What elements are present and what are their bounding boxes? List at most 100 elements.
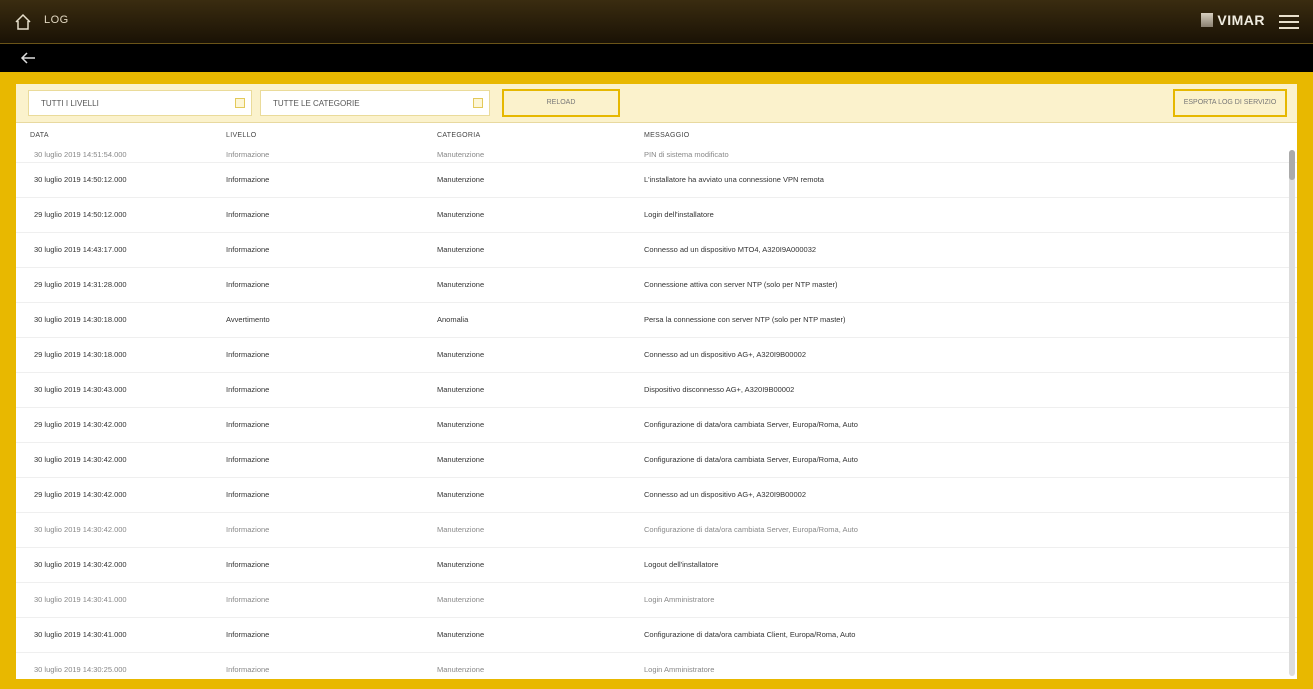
- cell-messaggio: PIN di sistema modificato: [644, 150, 729, 159]
- table-row[interactable]: 29 luglio 2019 14:30:42.000 Informazione M…: [16, 478, 1297, 513]
- menu-icon[interactable]: [1279, 14, 1299, 30]
- chevron-down-icon: [235, 98, 245, 108]
- cell-livello: Informazione: [226, 560, 270, 569]
- table-row[interactable]: 30 luglio 2019 14:30:18.000 Avvertimento A…: [16, 303, 1297, 338]
- table-row[interactable]: 30 luglio 2019 14:30:43.000 Informazione M…: [16, 373, 1297, 408]
- brand-logo: VIMAR: [1201, 12, 1265, 28]
- cell-data: 30 luglio 2019 14:30:18.000: [34, 315, 127, 324]
- cell-categoria: Manutenzione: [437, 150, 485, 159]
- cell-data: 30 luglio 2019 14:30:42.000: [34, 525, 127, 534]
- table-row[interactable]: 29 luglio 2019 14:30:42.000 Informazione M…: [16, 408, 1297, 443]
- table-row[interactable]: 30 luglio 2019 14:30:42.000 Informazione M…: [16, 513, 1297, 548]
- cell-livello: Avvertimento: [226, 315, 270, 324]
- table-row[interactable]: 30 luglio 2019 14:30:41.000 Informazione M…: [16, 618, 1297, 653]
- cell-data: 30 luglio 2019 14:30:42.000: [34, 455, 127, 464]
- cell-messaggio: Connessione attiva con server NTP (solo …: [644, 280, 838, 289]
- cell-messaggio: Configurazione di data/ora cambiata Serv…: [644, 455, 858, 464]
- cell-messaggio: Configurazione di data/ora cambiata Clie…: [644, 630, 856, 639]
- export-log-button[interactable]: ESPORTA LOG DI SERVIZIO: [1173, 89, 1287, 117]
- cell-messaggio: Login Amministratore: [644, 595, 715, 604]
- cell-messaggio: Persa la connessione con server NTP (sol…: [644, 315, 846, 324]
- cell-livello: Informazione: [226, 455, 270, 464]
- scrollbar-thumb[interactable]: [1289, 150, 1295, 180]
- column-header-livello[interactable]: LIVELLO: [226, 132, 257, 139]
- cell-livello: Informazione: [226, 245, 270, 254]
- cell-messaggio: Configurazione di data/ora cambiata Serv…: [644, 525, 858, 534]
- brand-mark-icon: [1201, 13, 1214, 27]
- cell-categoria: Manutenzione: [437, 210, 485, 219]
- cell-data: 29 luglio 2019 14:50:12.000: [34, 210, 127, 219]
- cell-data: 30 luglio 2019 14:50:12.000: [34, 175, 127, 184]
- cell-data: 30 luglio 2019 14:30:43.000: [34, 385, 127, 394]
- cell-livello: Informazione: [226, 595, 270, 604]
- brand-name: VIMAR: [1217, 12, 1265, 28]
- table-row[interactable]: 29 luglio 2019 14:30:18.000 Informazione M…: [16, 338, 1297, 373]
- cell-livello: Informazione: [226, 280, 270, 289]
- back-arrow-icon[interactable]: [20, 51, 36, 65]
- cell-data: 29 luglio 2019 14:30:42.000: [34, 490, 127, 499]
- table-row[interactable]: 30 luglio 2019 14:30:25.000 Informazione M…: [16, 653, 1297, 679]
- cell-data: 30 luglio 2019 14:30:41.000: [34, 595, 127, 604]
- cell-livello: Informazione: [226, 385, 270, 394]
- cell-livello: Informazione: [226, 665, 270, 674]
- category-select[interactable]: TUTTE LE CATEGORIE: [260, 90, 490, 116]
- cell-categoria: Manutenzione: [437, 385, 485, 394]
- table-row[interactable]: 30 luglio 2019 14:50:12.000 Informazione M…: [16, 163, 1297, 198]
- table-row[interactable]: 30 luglio 2019 14:30:42.000 Informazione M…: [16, 443, 1297, 478]
- cell-messaggio: Logout dell'installatore: [644, 560, 719, 569]
- table-row[interactable]: 29 luglio 2019 14:50:12.000 Informazione M…: [16, 198, 1297, 233]
- level-select[interactable]: TUTTI I LIVELLI: [28, 90, 252, 116]
- table-row[interactable]: 30 luglio 2019 14:51:54.000 Informazione M…: [16, 148, 1297, 163]
- cell-data: 30 luglio 2019 14:51:54.000: [34, 150, 127, 159]
- cell-categoria: Manutenzione: [437, 280, 485, 289]
- cell-categoria: Manutenzione: [437, 350, 485, 359]
- cell-livello: Informazione: [226, 490, 270, 499]
- app-header: LOG VIMAR: [0, 0, 1313, 44]
- column-header-categoria[interactable]: CATEGORIA: [437, 132, 480, 139]
- cell-livello: Informazione: [226, 210, 270, 219]
- cell-categoria: Manutenzione: [437, 175, 485, 184]
- cell-messaggio: Dispositivo disconnesso AG+, A320I9B0000…: [644, 385, 795, 394]
- category-select-value: TUTTE LE CATEGORIE: [273, 99, 360, 108]
- cell-categoria: Manutenzione: [437, 630, 485, 639]
- home-icon[interactable]: [14, 13, 32, 31]
- cell-messaggio: L'installatore ha avviato una connession…: [644, 175, 824, 184]
- cell-data: 29 luglio 2019 14:30:42.000: [34, 420, 127, 429]
- cell-livello: Informazione: [226, 150, 270, 159]
- cell-messaggio: Login Amministratore: [644, 665, 715, 674]
- column-header-messaggio[interactable]: MESSAGGIO: [644, 132, 690, 139]
- log-panel: TUTTI I LIVELLI TUTTE LE CATEGORIE RELOA…: [16, 84, 1297, 679]
- cell-data: 29 luglio 2019 14:31:28.000: [34, 280, 127, 289]
- table-row[interactable]: 30 luglio 2019 14:30:42.000 Informazione M…: [16, 548, 1297, 583]
- cell-messaggio: Connesso ad un dispositivo AG+, A320I9B0…: [644, 350, 806, 359]
- cell-categoria: Manutenzione: [437, 420, 485, 429]
- cell-categoria: Manutenzione: [437, 665, 485, 674]
- page-title: LOG: [44, 14, 69, 26]
- cell-categoria: Anomalia: [437, 315, 469, 324]
- log-table-body: 30 luglio 2019 14:51:54.000 Informazione M…: [16, 148, 1297, 679]
- cell-messaggio: Login dell'installatore: [644, 210, 714, 219]
- column-header-data[interactable]: DATA: [30, 132, 49, 139]
- table-row[interactable]: 30 luglio 2019 14:30:41.000 Informazione M…: [16, 583, 1297, 618]
- navigation-bar: [0, 44, 1313, 72]
- cell-categoria: Manutenzione: [437, 490, 485, 499]
- cell-data: 29 luglio 2019 14:30:18.000: [34, 350, 127, 359]
- cell-categoria: Manutenzione: [437, 525, 485, 534]
- cell-messaggio: Connesso ad un dispositivo MTO4, A320I9A…: [644, 245, 817, 254]
- cell-data: 30 luglio 2019 14:30:41.000: [34, 630, 127, 639]
- scrollbar[interactable]: [1289, 150, 1295, 676]
- table-header: DATA LIVELLO CATEGORIA MESSAGGIO: [16, 122, 1297, 148]
- cell-livello: Informazione: [226, 525, 270, 534]
- cell-categoria: Manutenzione: [437, 455, 485, 464]
- table-row[interactable]: 29 luglio 2019 14:31:28.000 Informazione M…: [16, 268, 1297, 303]
- reload-button[interactable]: RELOAD: [502, 89, 620, 117]
- cell-data: 30 luglio 2019 14:30:42.000: [34, 560, 127, 569]
- cell-data: 30 luglio 2019 14:30:25.000: [34, 665, 127, 674]
- cell-livello: Informazione: [226, 630, 270, 639]
- table-row[interactable]: 30 luglio 2019 14:43:17.000 Informazione M…: [16, 233, 1297, 268]
- cell-categoria: Manutenzione: [437, 595, 485, 604]
- cell-categoria: Manutenzione: [437, 245, 485, 254]
- cell-messaggio: Configurazione di data/ora cambiata Serv…: [644, 420, 858, 429]
- cell-categoria: Manutenzione: [437, 560, 485, 569]
- cell-data: 30 luglio 2019 14:43:17.000: [34, 245, 127, 254]
